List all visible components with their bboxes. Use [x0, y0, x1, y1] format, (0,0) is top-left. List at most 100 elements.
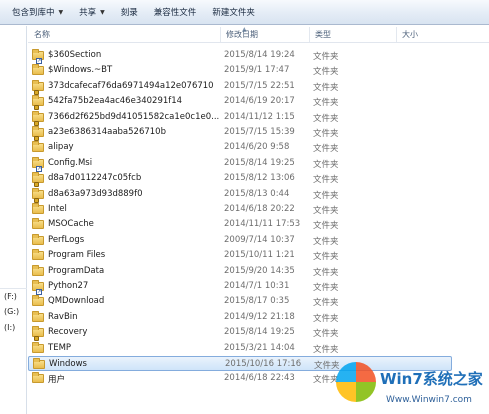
nav-drive-g[interactable]: (G:) — [4, 307, 19, 316]
file-modified-date: 2014/11/11 17:53 — [224, 219, 301, 230]
share-button[interactable]: 共享 ▼ — [71, 3, 113, 22]
file-modified-date: 2014/6/19 20:17 — [224, 96, 295, 107]
file-modified-date: 2015/9/20 14:35 — [224, 265, 295, 276]
burn-label: 刻录 — [120, 8, 138, 18]
burn-button[interactable]: 刻录 — [113, 3, 146, 22]
file-modified-date: 2015/8/14 19:24 — [224, 50, 295, 60]
file-name: Program Files — [48, 250, 106, 261]
file-type: 文件夹 — [313, 298, 339, 309]
file-name: Intel — [48, 204, 67, 214]
file-row[interactable]: MSOCache 2014/11/11 17:53 文件夹 — [28, 217, 452, 232]
watermark-url: Www.Winwin7.com — [386, 395, 472, 405]
folder-icon — [32, 79, 44, 95]
folder-icon — [32, 126, 44, 141]
file-modified-date: 2014/6/18 20:22 — [224, 204, 295, 214]
include-library-button[interactable]: 包含到库中 ▼ — [4, 3, 71, 22]
folder-icon: ↗ — [32, 156, 44, 172]
file-row[interactable]: ↗ $360Section 2015/8/14 19:24 文件夹 — [28, 48, 452, 64]
compat-files-button[interactable]: 兼容性文件 — [146, 3, 205, 22]
file-type: 文件夹 — [313, 221, 339, 232]
column-divider[interactable] — [220, 27, 221, 42]
file-modified-date: 2015/8/14 19:25 — [224, 327, 295, 338]
file-row[interactable]: 542fa75b2ea4ac46e340291f14 2014/6/19 20:1… — [28, 94, 452, 111]
file-row[interactable]: 373dcafecaf76da6971494a12e076710 2015/7/1… — [28, 79, 452, 95]
file-type: 文件夹 — [313, 144, 339, 155]
column-divider[interactable] — [309, 27, 310, 42]
file-row[interactable]: Program Files 2015/10/11 1:21 文件夹 — [28, 248, 452, 263]
file-row[interactable]: ProgramData 2015/9/20 14:35 文件夹 — [28, 264, 452, 279]
file-modified-date: 2015/8/12 13:06 — [224, 173, 295, 184]
file-type: 文件夹 — [313, 206, 339, 216]
file-name: 542fa75b2ea4ac46e340291f14 — [48, 96, 183, 107]
file-row[interactable]: Intel 2014/6/18 20:22 文件夹 — [28, 202, 452, 217]
compat-files-label: 兼容性文件 — [153, 8, 197, 18]
file-name: QMDownload — [48, 296, 105, 307]
file-type: 文件夹 — [313, 267, 339, 278]
file-modified-date: 2014/9/12 21:18 — [224, 311, 295, 322]
file-modified-date: 2015/9/1 17:47 — [224, 65, 290, 76]
file-type: 文件夹 — [313, 67, 339, 78]
folder-icon: ↗ — [32, 280, 44, 295]
file-row[interactable]: $Windows.~BT 2015/9/1 17:47 文件夹 — [28, 63, 452, 78]
file-row[interactable]: QMDownload 2015/8/17 0:35 文件夹 — [28, 294, 452, 309]
windows-logo-icon — [336, 362, 376, 402]
folder-icon — [32, 110, 44, 126]
file-modified-date: 2015/8/13 0:44 — [224, 188, 290, 199]
nav-divider — [0, 288, 27, 289]
folder-icon — [32, 172, 44, 188]
new-folder-label: 新建文件夹 — [212, 8, 255, 18]
chevron-down-icon: ▼ — [100, 8, 105, 16]
folder-icon — [32, 249, 44, 261]
folder-icon — [32, 264, 44, 276]
file-type: 文件夹 — [313, 329, 339, 340]
column-header-bar: ▲ 名称 修改日期 类型 大小 — [28, 26, 489, 43]
file-type: 文件夹 — [313, 190, 339, 201]
folder-icon — [32, 187, 44, 203]
column-header-modified[interactable]: 修改日期 — [226, 29, 258, 40]
column-divider[interactable] — [396, 27, 397, 42]
file-row[interactable]: ↗ Python27 2014/7/1 10:31 文件夹 — [28, 279, 452, 295]
file-name: 7366d2f625bd9d41051582ca1e0c1e0... — [48, 111, 220, 122]
file-row[interactable]: PerfLogs 2009/7/14 10:37 文件夹 — [28, 233, 452, 248]
file-row[interactable]: RavBin 2014/9/12 21:18 文件夹 — [28, 310, 452, 325]
file-row[interactable]: TEMP 2015/3/21 14:04 文件夹 — [28, 341, 452, 356]
column-header-size[interactable]: 大小 — [402, 29, 418, 40]
nav-drive-i[interactable]: (I:) — [4, 323, 15, 332]
file-row[interactable]: 7366d2f625bd9d41051582ca1e0c1e0... 2014/1… — [28, 110, 452, 126]
folder-icon — [32, 95, 44, 111]
file-row[interactable]: ↗ Config.Msi 2015/8/14 19:25 文件夹 — [28, 156, 452, 172]
file-row[interactable]: d8a7d0112247c05fcb 2015/8/12 13:06 文件夹 — [28, 171, 452, 188]
file-name: Config.Msi — [48, 157, 93, 168]
file-modified-date: 2009/7/14 10:37 — [224, 234, 295, 245]
file-modified-date: 2015/7/15 22:51 — [224, 80, 295, 91]
file-row[interactable]: alipay 2014/6/20 9:58 文件夹 — [28, 140, 452, 155]
file-modified-date: 2015/10/11 1:21 — [224, 250, 295, 261]
column-header-name[interactable]: 名称 — [34, 29, 50, 40]
file-type: 文件夹 — [313, 98, 339, 109]
file-name: Windows — [49, 359, 87, 369]
file-name: 373dcafecaf76da6971494a12e076710 — [48, 80, 214, 91]
folder-icon — [32, 310, 44, 322]
file-row[interactable]: d8a63a973d93d889f0 2015/8/13 0:44 文件夹 — [28, 187, 452, 203]
file-modified-date: 2015/3/21 14:04 — [224, 342, 295, 353]
file-type: 文件夹 — [313, 129, 339, 139]
file-modified-date: 2015/7/15 15:39 — [224, 127, 295, 137]
folder-icon — [32, 295, 44, 307]
new-folder-button[interactable]: 新建文件夹 — [204, 3, 263, 22]
file-type: 文件夹 — [313, 344, 339, 355]
watermark: Win7系统之家 Www.Winwin7.com — [334, 360, 489, 414]
folder-icon — [32, 372, 44, 384]
column-header-type[interactable]: 类型 — [315, 29, 331, 40]
file-modified-date: 2014/11/12 1:15 — [224, 111, 295, 122]
file-name: PerfLogs — [48, 234, 85, 245]
file-type: 文件夹 — [313, 283, 339, 293]
nav-drive-f[interactable]: (F:) — [4, 292, 17, 301]
file-name: Python27 — [48, 281, 89, 291]
file-row[interactable]: a23e6386314aaba526710b 2015/7/15 15:39 文件夹 — [28, 125, 452, 141]
folder-icon — [33, 358, 45, 369]
file-type: 文件夹 — [313, 113, 339, 124]
file-name: $Windows.~BT — [48, 65, 113, 76]
file-name: d8a7d0112247c05fcb — [48, 173, 142, 184]
file-type: 文件夹 — [313, 159, 339, 170]
file-row[interactable]: Recovery 2015/8/14 19:25 文件夹 — [28, 325, 452, 342]
